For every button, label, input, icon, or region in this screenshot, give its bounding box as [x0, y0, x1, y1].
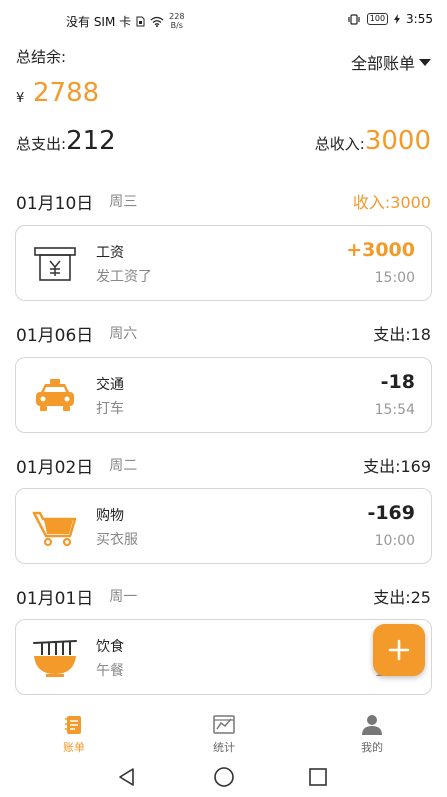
- recents-icon[interactable]: [306, 766, 330, 788]
- transaction-note: 打车: [96, 401, 124, 417]
- day-weekday: 周六: [109, 326, 138, 342]
- day-weekday: 周一: [109, 589, 138, 605]
- tab-statistics[interactable]: 统计: [194, 714, 254, 755]
- day-header: 01月02日 周二 支出:169: [16, 452, 431, 478]
- transaction-amount: -18: [380, 371, 415, 393]
- day-total: 收入:3000: [352, 193, 431, 212]
- balance-label: 总结余:: [16, 48, 67, 66]
- home-icon[interactable]: [212, 766, 236, 788]
- day-total: 支出:18: [373, 325, 431, 344]
- day-header: 01月06日 周六 支出:18: [16, 320, 431, 346]
- bill-filter-dropdown[interactable]: 全部账单: [351, 50, 431, 74]
- expense-value: 212: [66, 126, 116, 156]
- transaction-note: 发工资了: [96, 269, 152, 285]
- battery-indicator: 100: [366, 13, 389, 25]
- transaction-category: 购物: [96, 508, 124, 524]
- tab-bill[interactable]: 账单: [44, 714, 104, 755]
- day-date: 01月10日: [16, 193, 94, 214]
- transaction-card[interactable]: 工资 发工资了 +3000 15:00: [15, 225, 432, 301]
- day-date: 01月02日: [16, 457, 94, 478]
- day-header: 01月10日 周三 收入:3000: [16, 188, 431, 214]
- transaction-category: 交通: [96, 377, 124, 393]
- expense-label: 总支出:: [16, 135, 67, 153]
- user-icon: [362, 715, 382, 735]
- bottom-tab-bar: 账单 统计 我的: [0, 706, 447, 758]
- clock: 3:55: [406, 12, 433, 26]
- transaction-time: 15:00: [374, 270, 415, 286]
- transaction-amount: +3000: [346, 239, 415, 261]
- back-icon[interactable]: [115, 766, 139, 788]
- tab-label: 我的: [361, 741, 383, 754]
- day-weekday: 周二: [109, 458, 138, 474]
- chart-icon: [213, 715, 235, 734]
- transaction-note: 买衣服: [96, 532, 138, 548]
- day-date: 01月01日: [16, 588, 94, 609]
- sim-icon: [136, 16, 145, 26]
- transaction-time: 15:54: [374, 402, 415, 418]
- tab-mine[interactable]: 我的: [342, 714, 402, 755]
- day-total: 支出:169: [363, 457, 431, 476]
- shopping-cart-icon: [32, 511, 77, 547]
- day-weekday: 周三: [109, 194, 138, 210]
- day-header: 01月01日 周一 支出:25: [16, 583, 431, 609]
- salary-icon: [34, 247, 76, 281]
- status-bar: 没有 SIM 卡 228 B/s 100 3:55: [0, 0, 447, 40]
- transaction-note: 午餐: [96, 663, 124, 679]
- wifi-icon: [150, 16, 164, 27]
- noodle-bowl-icon: [33, 640, 77, 677]
- day-date: 01月06日: [16, 325, 94, 346]
- bill-filter-label: 全部账单: [350, 54, 415, 73]
- bill-icon: [65, 716, 81, 734]
- transaction-card[interactable]: 交通 打车 -18 15:54: [15, 357, 432, 433]
- transaction-category: 饮食: [96, 639, 124, 655]
- transaction-card[interactable]: 购物 买衣服 -169 10:00: [15, 488, 432, 564]
- system-navigation-bar: [0, 758, 447, 797]
- total-expense: 总支出: 212: [16, 126, 116, 156]
- plus-icon: [388, 639, 410, 661]
- vibrate-icon: [348, 13, 360, 25]
- carrier-text: 没有 SIM 卡: [66, 14, 132, 29]
- income-label: 总收入:: [314, 135, 365, 153]
- network-speed: 228 B/s: [169, 12, 185, 30]
- day-total: 支出:25: [373, 588, 431, 607]
- transaction-time: 10:00: [374, 533, 415, 549]
- tab-label: 账单: [63, 741, 85, 754]
- transaction-amount: -169: [367, 502, 415, 524]
- charging-icon: [394, 14, 401, 24]
- total-income: 总收入: 3000: [315, 126, 431, 156]
- income-value: 3000: [364, 126, 431, 156]
- triangle-down-icon: [419, 58, 431, 66]
- tab-label: 统计: [213, 741, 235, 754]
- transaction-category: 工资: [96, 245, 124, 261]
- balance-value: 2788: [33, 78, 100, 108]
- currency-symbol: ¥: [16, 91, 25, 106]
- add-record-button[interactable]: [373, 624, 425, 676]
- taxi-icon: [36, 379, 74, 411]
- transaction-card[interactable]: 饮食 午餐 12:00: [15, 619, 432, 695]
